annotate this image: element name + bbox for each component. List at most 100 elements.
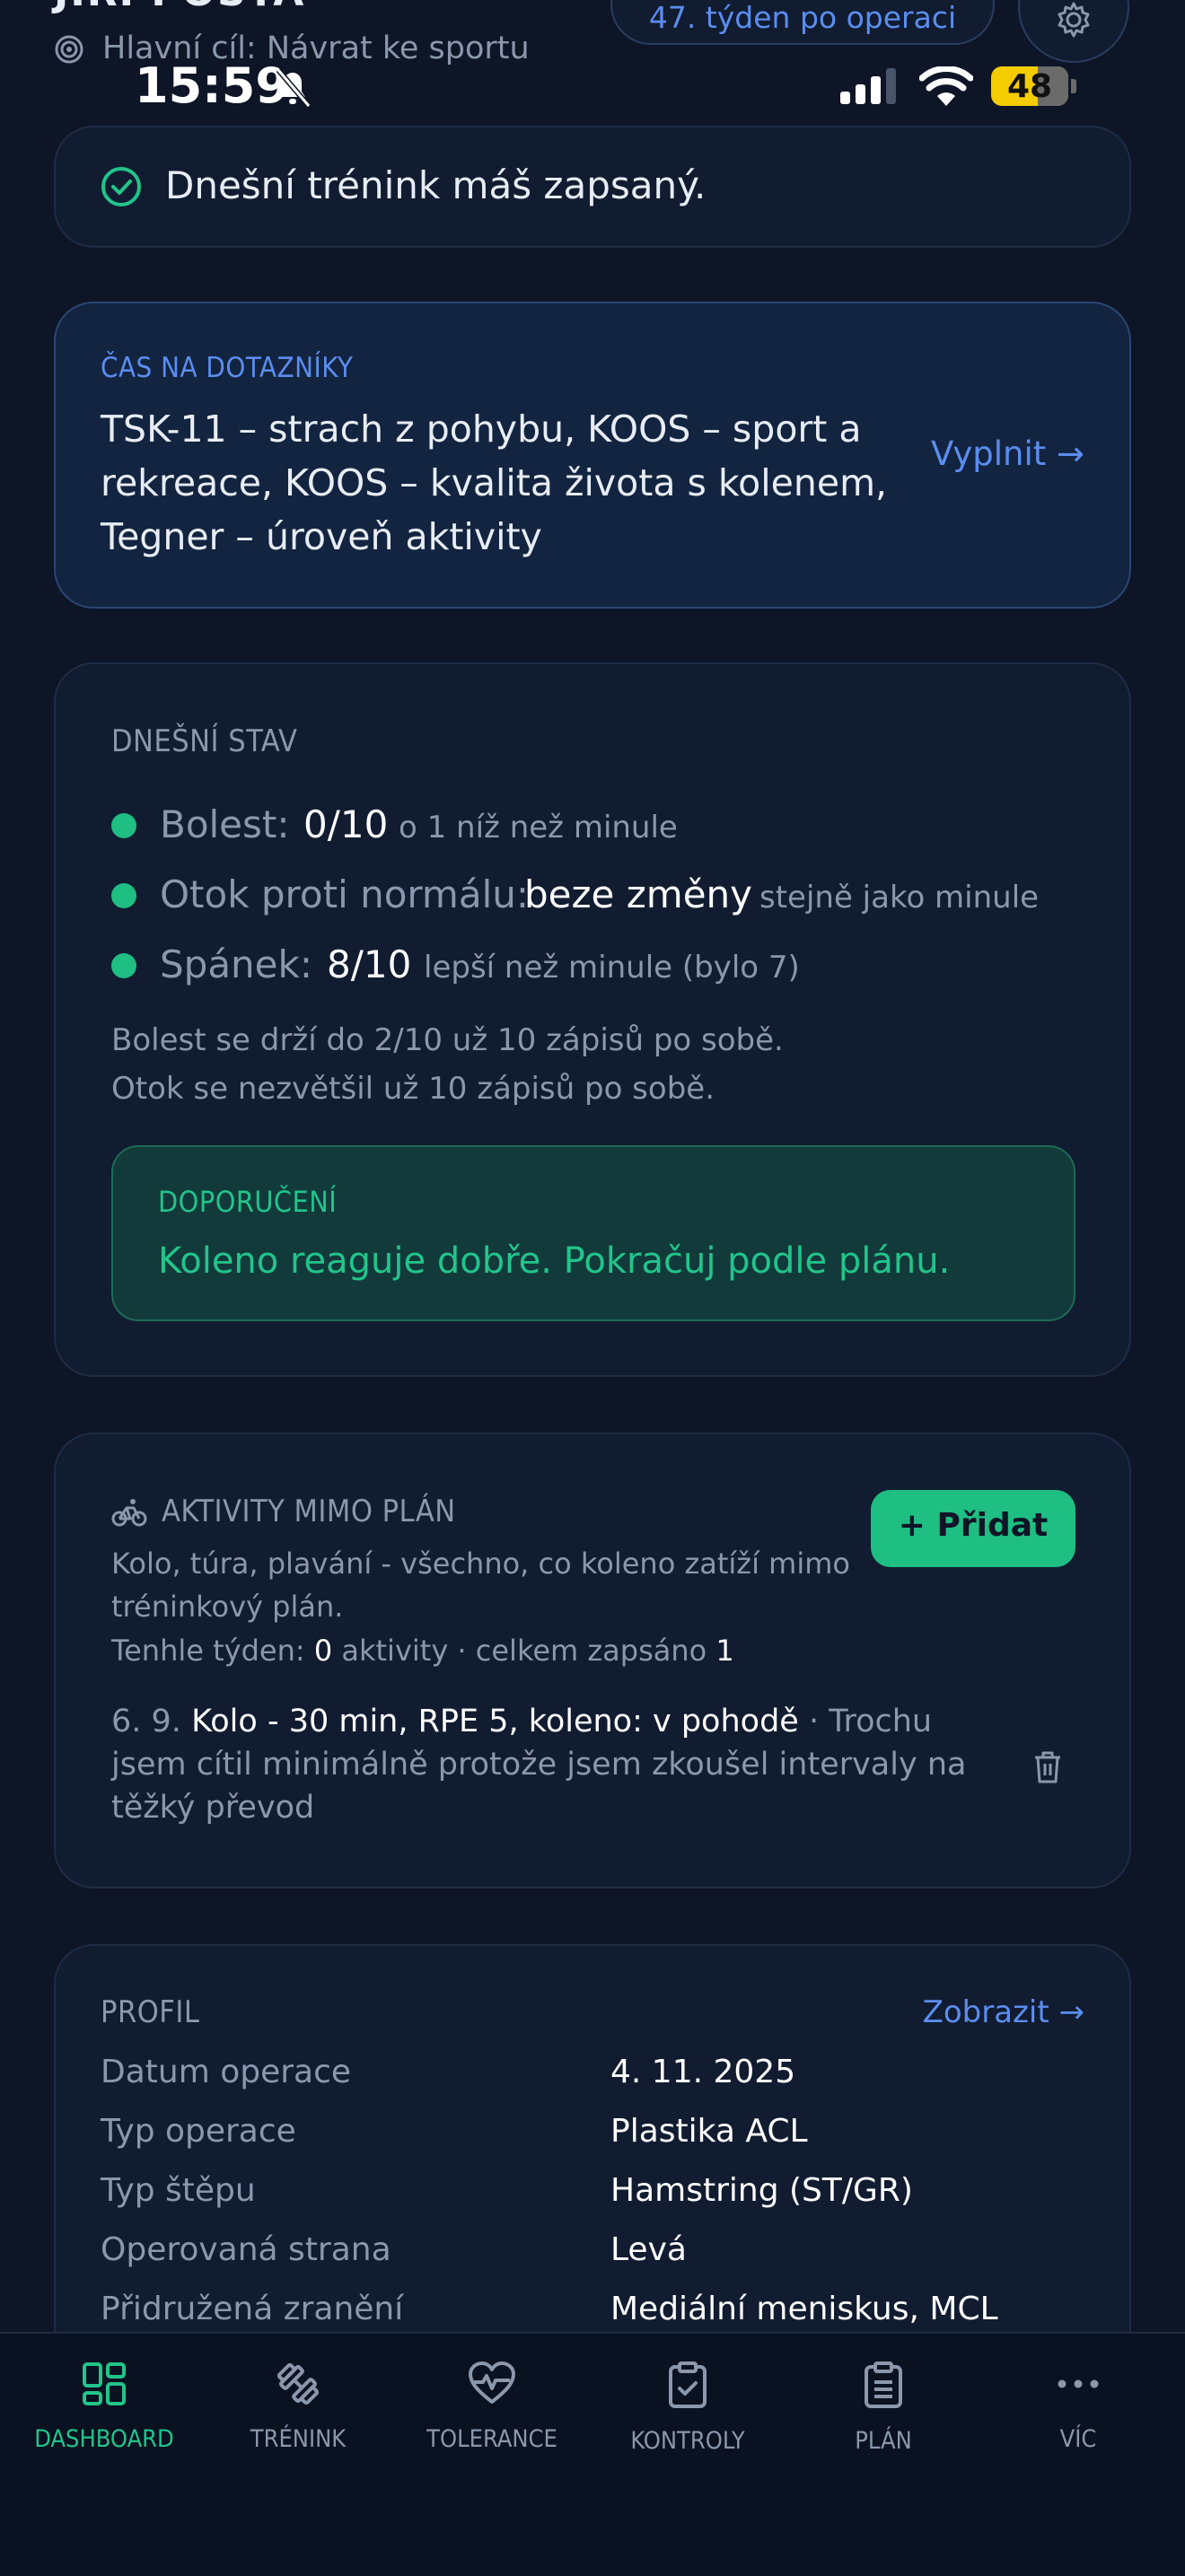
stats-prefix: Tenhle týden: bbox=[111, 1634, 305, 1668]
clipboard-check-icon bbox=[669, 2361, 707, 2408]
recommendation-box: DOPORUČENÍ Koleno reaguje dobře. Pokraču… bbox=[111, 1145, 1075, 1321]
week-badge[interactable]: 47. týden po operaci bbox=[610, 0, 995, 45]
status-dot bbox=[111, 813, 136, 838]
activities-description: Kolo, túra, plavání - všechno, co koleno… bbox=[111, 1542, 850, 1628]
questionnaire-title: ČAS NA DOTAZNÍKY bbox=[101, 352, 354, 384]
bicycle-icon bbox=[111, 1499, 147, 1527]
battery-indicator: 48 bbox=[991, 66, 1068, 106]
trash-icon[interactable] bbox=[1032, 1750, 1063, 1784]
status-time: 15:59 bbox=[135, 57, 289, 114]
wifi-icon bbox=[919, 66, 973, 106]
description-line: tréninkový plán. bbox=[111, 1590, 344, 1624]
entry-note-line: jsem cítil minimálně protože jsem zkouše… bbox=[111, 1747, 967, 1783]
profile-value: Mediální meniskus, MCL bbox=[610, 2291, 998, 2327]
summary-line: Otok se nezvětšil už 10 zápisů po sobě. bbox=[111, 1071, 715, 1107]
bell-muted-icon bbox=[276, 68, 312, 108]
metric-swelling: Otok proti normálu: beze změny stejně ja… bbox=[111, 869, 1099, 923]
entry-note-line: těžký převod bbox=[111, 1790, 315, 1826]
nav-label: KONTROLY bbox=[630, 2427, 745, 2455]
today-status-card: DNEŠNÍ STAV Bolest: 0/10 o 1 níž než min… bbox=[54, 662, 1131, 1377]
metric-sleep: Spánek: 8/10 lepší než minule (bylo 7) bbox=[111, 939, 1099, 993]
metric-note: lepší než minule (bylo 7) bbox=[424, 950, 800, 986]
profile-row: Přidružená zranění Mediální meniskus, MC… bbox=[101, 2291, 1088, 2335]
metric-pain: Bolest: 0/10 o 1 níž než minule bbox=[111, 799, 1099, 853]
nav-dashboard[interactable]: DASHBOARD bbox=[7, 2361, 201, 2453]
description-line: Kolo, túra, plavání - všechno, co koleno… bbox=[111, 1546, 850, 1581]
notice-text: Dnešní trénink máš zapsaný. bbox=[165, 163, 707, 207]
recommendation-text: Koleno reaguje dobře. Pokračuj podle plá… bbox=[158, 1240, 951, 1282]
profile-key: Přidružená zranění bbox=[101, 2291, 404, 2327]
status-dot bbox=[111, 883, 136, 908]
summary-line: Bolest se drží do 2/10 už 10 zápisů po s… bbox=[111, 1022, 784, 1058]
battery-level: 48 bbox=[1006, 68, 1053, 105]
profile-value: Plastika ACL bbox=[610, 2113, 808, 2150]
profile-title: PROFIL bbox=[101, 1994, 200, 2030]
check-circle-icon bbox=[101, 167, 141, 206]
metric-label: Spánek: bbox=[160, 942, 312, 986]
stats-mid: aktivity · celkem zapsáno bbox=[341, 1634, 707, 1668]
today-status-title: DNEŠNÍ STAV bbox=[111, 723, 298, 759]
dashboard-icon bbox=[83, 2362, 126, 2405]
profile-value: Hamstring (ST/GR) bbox=[610, 2172, 913, 2209]
heart-pulse-icon bbox=[469, 2361, 515, 2404]
nav-training[interactable]: TRÉNINK bbox=[201, 2361, 395, 2453]
status-summary: Bolest se drží do 2/10 už 10 zápisů po s… bbox=[111, 1016, 784, 1113]
entry-note: · Trochu bbox=[808, 1704, 933, 1739]
activities-title: AKTIVITY MIMO PLÁN bbox=[162, 1494, 456, 1529]
stats-week-count: 0 bbox=[313, 1634, 333, 1668]
nav-label: TRÉNINK bbox=[250, 2425, 347, 2453]
settings-button[interactable] bbox=[1018, 0, 1129, 63]
battery-tip bbox=[1071, 79, 1076, 93]
questionnaire-line: Tegner – úroveň aktivity bbox=[101, 515, 542, 558]
metric-note: stejně jako minule bbox=[759, 880, 1040, 916]
training-logged-notice: Dnešní trénink máš zapsaný. bbox=[54, 126, 1131, 248]
metric-note: o 1 níž než minule bbox=[399, 810, 678, 846]
questionnaire-line: TSK-11 – strach z pohybu, KOOS – sport a bbox=[101, 407, 862, 451]
nav-label: DASHBOARD bbox=[34, 2425, 174, 2453]
profile-value: Levá bbox=[610, 2231, 687, 2268]
profile-key: Operovaná strana bbox=[101, 2231, 391, 2268]
target-icon bbox=[55, 35, 83, 64]
profile-key: Typ operace bbox=[101, 2113, 296, 2150]
activities-card: AKTIVITY MIMO PLÁN Kolo, túra, plavání -… bbox=[54, 1433, 1131, 1888]
profile-row: Typ štěpu Hamstring (ST/GR) bbox=[101, 2172, 1088, 2217]
profile-value: 4. 11. 2025 bbox=[610, 2054, 796, 2090]
profile-key: Typ štěpu bbox=[101, 2172, 256, 2209]
profile-key: Datum operace bbox=[101, 2054, 352, 2090]
week-badge-label: 47. týden po operaci bbox=[648, 0, 957, 35]
status-dot bbox=[111, 953, 136, 978]
add-activity-label: + Přidat bbox=[898, 1507, 1049, 1544]
gear-icon bbox=[1058, 2, 1090, 38]
entry-main: Kolo - 30 min, RPE 5, koleno: v pohodě bbox=[191, 1704, 799, 1739]
user-name: JIRI POSTA bbox=[54, 0, 305, 15]
fill-questionnaire-link[interactable]: Vyplnit → bbox=[931, 434, 1084, 473]
metric-label: Otok proti normálu: bbox=[160, 872, 530, 916]
signal-icon bbox=[840, 68, 896, 104]
questionnaire-card[interactable]: ČAS NA DOTAZNÍKY TSK-11 – strach z pohyb… bbox=[54, 302, 1131, 609]
metric-label: Bolest: bbox=[160, 802, 290, 846]
nav-label: TOLERANCE bbox=[426, 2425, 557, 2453]
profile-row: Operovaná strana Levá bbox=[101, 2231, 1088, 2276]
metric-value: 8/10 bbox=[327, 942, 412, 986]
show-profile-link[interactable]: Zobrazit → bbox=[923, 1994, 1084, 2030]
dumbbell-icon bbox=[276, 2362, 320, 2405]
metric-value: 0/10 bbox=[303, 802, 389, 846]
metric-value: beze změny bbox=[524, 872, 753, 916]
clipboard-list-icon bbox=[865, 2361, 902, 2408]
profile-row: Typ operace Plastika ACL bbox=[101, 2113, 1088, 2158]
nav-tolerance[interactable]: TOLERANCE bbox=[395, 2361, 589, 2453]
activities-stats: Tenhle týden: 0 aktivity · celkem zapsán… bbox=[111, 1634, 734, 1668]
questionnaire-list: TSK-11 – strach z pohybu, KOOS – sport a… bbox=[101, 402, 887, 564]
more-icon bbox=[1058, 2379, 1099, 2388]
nav-plan[interactable]: PLÁN bbox=[786, 2361, 980, 2455]
recommendation-title: DOPORUČENÍ bbox=[158, 1185, 338, 1219]
nav-checks[interactable]: KONTROLY bbox=[591, 2361, 785, 2455]
activity-entry: 6. 9. Kolo - 30 min, RPE 5, koleno: v po… bbox=[111, 1700, 973, 1829]
nav-more[interactable]: VÍC bbox=[981, 2361, 1175, 2453]
stats-total: 1 bbox=[715, 1634, 734, 1668]
add-activity-button[interactable]: + Přidat bbox=[871, 1490, 1075, 1567]
nav-label: PLÁN bbox=[855, 2427, 912, 2455]
entry-date: 6. 9. bbox=[111, 1704, 181, 1739]
profile-row: Datum operace 4. 11. 2025 bbox=[101, 2054, 1088, 2098]
nav-label: VÍC bbox=[1059, 2425, 1097, 2453]
